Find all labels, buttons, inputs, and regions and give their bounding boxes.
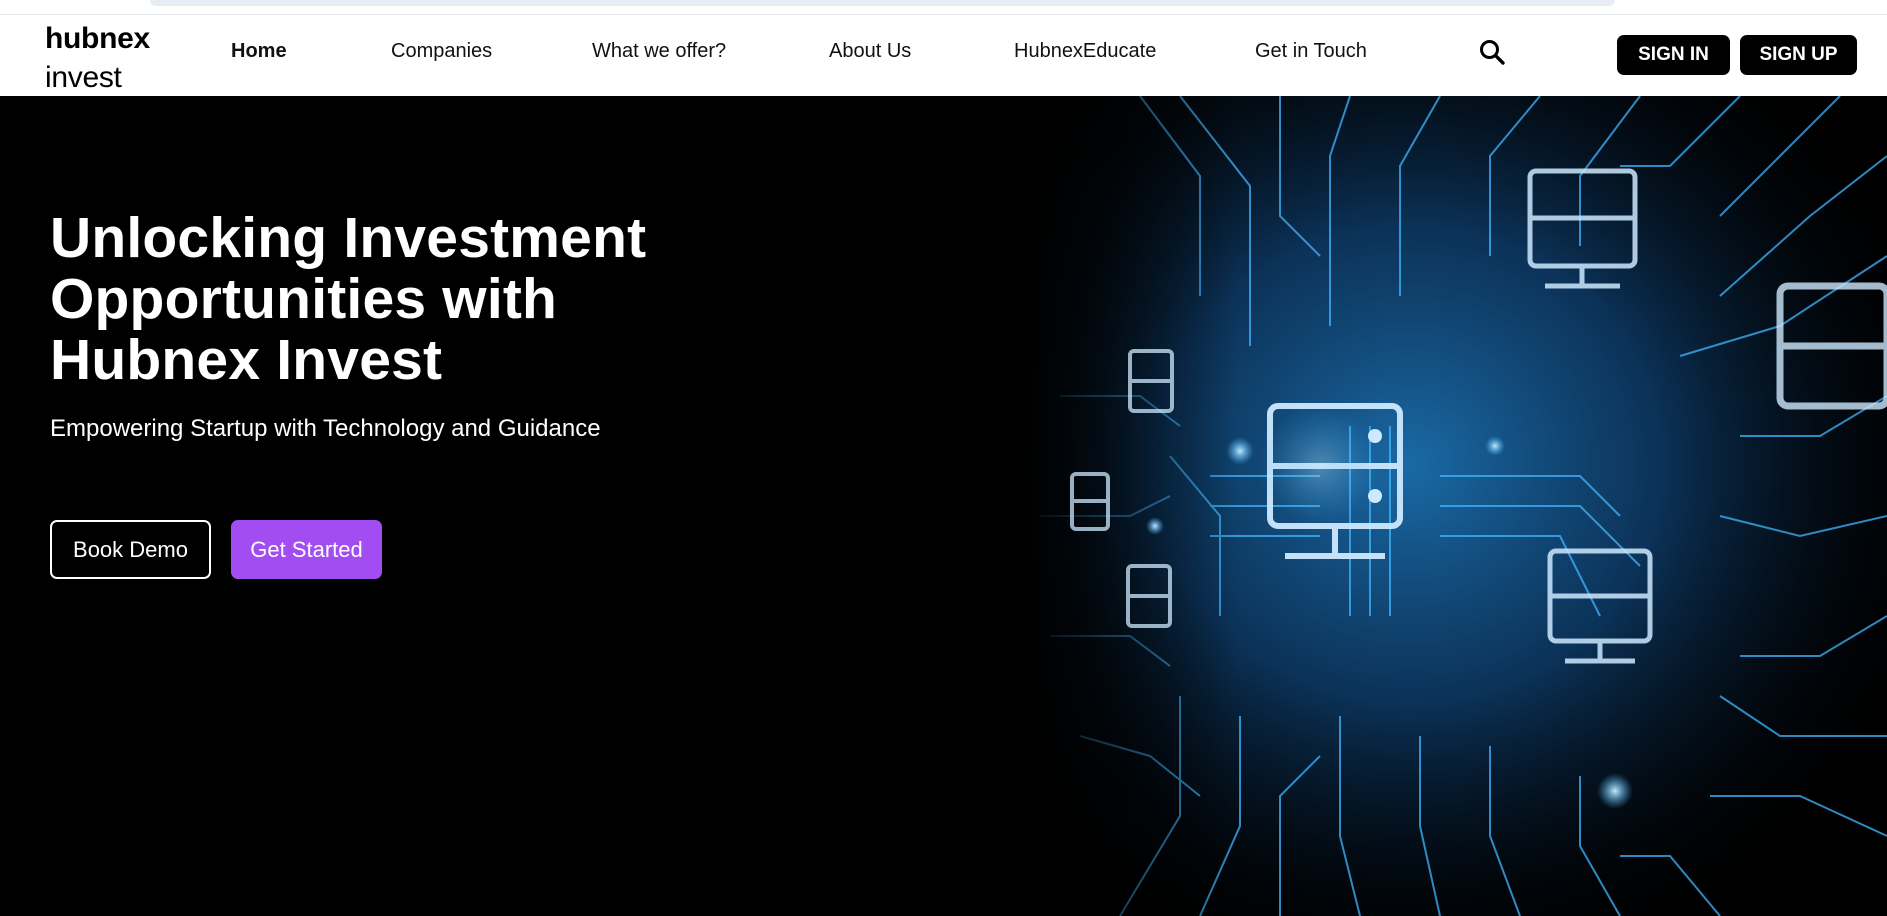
top-navbar: hubnex invest Home Companies What we off… bbox=[0, 15, 1887, 96]
nav-item-home[interactable]: Home bbox=[231, 39, 287, 63]
sign-up-button[interactable]: SIGN UP bbox=[1740, 35, 1857, 75]
brand-logo[interactable]: hubnex invest bbox=[45, 19, 150, 97]
hero-section: Unlocking Investment Opportunities with … bbox=[0, 96, 1887, 916]
nav-item-about-us[interactable]: About Us bbox=[829, 39, 911, 63]
brand-name-line1: hubnex bbox=[45, 22, 150, 55]
browser-top-strip bbox=[0, 0, 1887, 15]
hero-title-line1: Unlocking Investment bbox=[50, 206, 647, 270]
circuit-board-servers-illustration bbox=[1020, 96, 1887, 916]
hero-subtitle: Empowering Startup with Technology and G… bbox=[50, 415, 601, 442]
sign-in-button[interactable]: SIGN IN bbox=[1617, 35, 1730, 75]
book-demo-button[interactable]: Book Demo bbox=[50, 520, 211, 579]
nav-item-what-we-offer[interactable]: What we offer? bbox=[592, 39, 726, 63]
hero-title-line3: Hubnex Invest bbox=[50, 328, 443, 392]
browser-address-bar bbox=[150, 0, 1615, 6]
nav-item-get-in-touch[interactable]: Get in Touch bbox=[1255, 39, 1367, 63]
nav-item-hubnexeducate[interactable]: HubnexEducate bbox=[1014, 39, 1156, 63]
search-icon[interactable] bbox=[1478, 38, 1506, 66]
hero-title: Unlocking Investment Opportunities with … bbox=[50, 208, 950, 391]
get-started-button[interactable]: Get Started bbox=[231, 520, 382, 579]
brand-name-line2: invest bbox=[45, 61, 122, 94]
hero-title-line2: Opportunities with bbox=[50, 267, 558, 331]
nav-item-companies[interactable]: Companies bbox=[391, 39, 492, 63]
